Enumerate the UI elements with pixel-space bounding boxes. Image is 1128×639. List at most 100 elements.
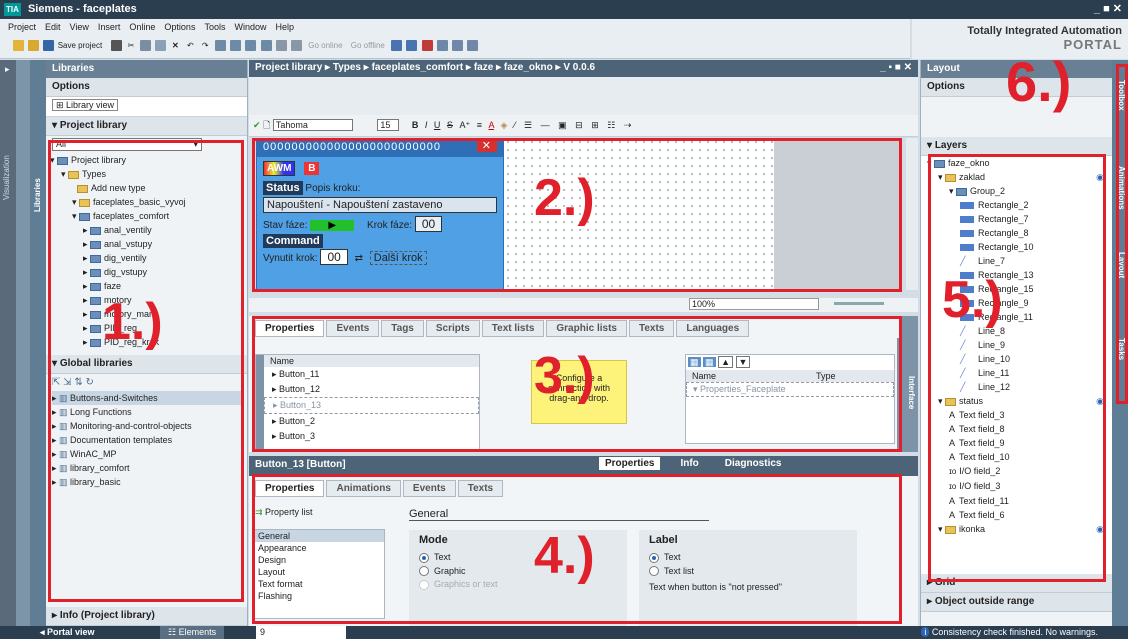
breadcrumb[interactable]: Project library ▸ Types ▸ faceplates_com… [255,62,595,73]
accessible-devices-icon[interactable] [391,40,403,52]
upload-icon[interactable] [245,40,257,52]
annotation-box-1 [48,140,244,602]
cut-icon[interactable]: ✂ [128,41,135,50]
menu-item[interactable]: Tools [204,22,225,32]
same-size-icon[interactable]: ☷ [607,120,615,130]
bring-front-icon[interactable]: ▣ [558,120,567,130]
project-library-section[interactable]: ▾ Project library [46,117,247,136]
go-offline-button[interactable]: Go offline [351,41,385,50]
info-project-library-section[interactable]: ▸ Info (Project library) [46,607,247,626]
style-icon[interactable]: 🗋 [263,120,270,130]
align-objects-icon[interactable]: ⊟ [575,120,583,130]
distribute-icon[interactable]: ⊞ [591,120,599,130]
bold-icon[interactable]: B [412,120,419,130]
project-library-title: Project library [59,120,128,131]
inspector-top-tab[interactable]: Properties [599,457,661,470]
align-left-icon[interactable]: ☰ [524,120,532,130]
consistency-message: i Consistency check finished. No warning… [921,626,1098,639]
interface-side-tab[interactable]: Interface [902,316,918,452]
compile-icon[interactable] [214,40,226,52]
menu-item[interactable]: Help [275,22,294,32]
cross-ref-icon[interactable] [406,40,418,52]
font-size-select[interactable]: 15 [377,119,400,131]
elements-icon: ☷ [168,627,179,637]
editor-blank-strip [249,77,918,115]
options-section[interactable]: Options [46,78,247,97]
annotation-label-5: 5.) [942,271,1003,329]
info-section-title: Info (Project library) [59,610,155,621]
library-view-row: ⊞ Library view [46,97,247,117]
annotation-label-2: 2.) [534,169,595,227]
italic-icon[interactable]: I [425,120,428,130]
interface-side-label: Interface [907,376,916,410]
status-message: Consistency check finished. No warnings. [931,627,1098,637]
layers-title: Layers [934,140,968,151]
redo-icon[interactable]: ↷ [202,41,209,50]
stop-sim-icon[interactable] [275,40,287,52]
menu-item[interactable]: Window [234,22,266,32]
editor-breadcrumb-bar: Project library ▸ Types ▸ faceplates_com… [249,60,918,77]
outside-range-section[interactable]: ▸ Object outside range [921,593,1112,612]
close-editor-icon[interactable] [421,40,433,52]
undo-icon[interactable]: ↶ [187,41,194,50]
portal-view-link[interactable]: ◂ Portal view [40,626,95,639]
libraries-vertical-tab[interactable]: Libraries [30,60,46,626]
font-color-icon[interactable]: A [489,120,495,130]
inspector-top-tab[interactable]: Diagnostics [719,457,788,470]
editor-window-controls[interactable]: _ ▪ ■ ✕ [880,62,912,73]
annotation-box-5 [928,154,1106,582]
save-icon[interactable] [43,40,55,52]
expand-icon: ▸ [52,610,60,621]
download-icon[interactable] [230,40,242,52]
split-vertical-icon[interactable] [452,40,464,52]
format-toolbar: ✔ 🗋 Tahoma 15 B I U S A⁺ ≡ A ◈ ⁄ ☰ — ▣ ⊟… [249,115,918,137]
open-project-icon[interactable] [28,40,40,52]
menu-bar: Project Edit View Insert Online Options Tools W… [0,19,910,35]
zoom-bar: 100% [249,298,918,312]
annotation-label-3: 3.) [534,347,595,405]
left-collapse-bar[interactable]: ▸ Visualization [0,60,16,626]
library-view-icon: ⊞ [56,100,67,110]
inspector-top-tab[interactable]: Info [674,457,704,470]
menu-item[interactable]: Options [164,22,195,32]
font-family-select[interactable]: Tahoma [272,119,353,131]
save-project-button[interactable]: Save project [58,41,102,50]
paste-icon[interactable] [154,40,166,52]
line-style-icon[interactable]: — [541,120,550,130]
outside-range-title: Object outside range [934,596,1035,607]
maximize-icon[interactable] [467,40,479,52]
new-project-icon[interactable] [13,40,24,52]
zoom-slider[interactable] [834,302,884,305]
zoom-select[interactable]: 100% [689,298,819,310]
menu-item[interactable]: Online [129,22,155,32]
pointer-icon[interactable]: ⇢ [624,120,632,130]
underline-icon[interactable]: U [434,120,441,130]
menu-item[interactable]: Edit [45,22,61,32]
align-icon[interactable]: ≡ [477,120,482,130]
visualization-tab[interactable]: Visualization [2,155,11,200]
expand-arrow-icon[interactable]: ▸ [0,60,16,79]
line-color-icon[interactable]: ⁄ [514,120,516,130]
go-online-button[interactable]: Go online [308,41,342,50]
inspector-top-tabs: Properties Info Diagnostics [599,457,801,470]
canvas-vscrollbar[interactable] [906,138,918,290]
open-editor-tab[interactable]: 9 [256,626,346,639]
delete-icon[interactable]: ✕ [172,41,179,50]
simulate-icon[interactable] [260,40,272,52]
print-icon[interactable] [111,40,123,52]
strikethrough-icon[interactable]: S [447,120,453,130]
expand-icon: ▸ [927,596,935,607]
font-size-up-icon[interactable]: A⁺ [459,120,470,130]
menu-item[interactable]: View [70,22,89,32]
elements-tab[interactable]: ☷ Elements [160,626,225,639]
accessible-icon[interactable] [291,40,303,52]
library-view-button[interactable]: ⊞ Library view [52,99,119,111]
info-icon: i [921,627,930,637]
fill-color-icon[interactable]: ◈ [501,120,508,130]
check-icon[interactable]: ✔ [253,120,261,130]
window-controls[interactable]: _ ■ ✕ [1094,3,1122,16]
menu-item[interactable]: Project [8,22,36,32]
menu-item[interactable]: Insert [98,22,121,32]
copy-icon[interactable] [139,40,151,52]
split-horizontal-icon[interactable] [436,40,448,52]
